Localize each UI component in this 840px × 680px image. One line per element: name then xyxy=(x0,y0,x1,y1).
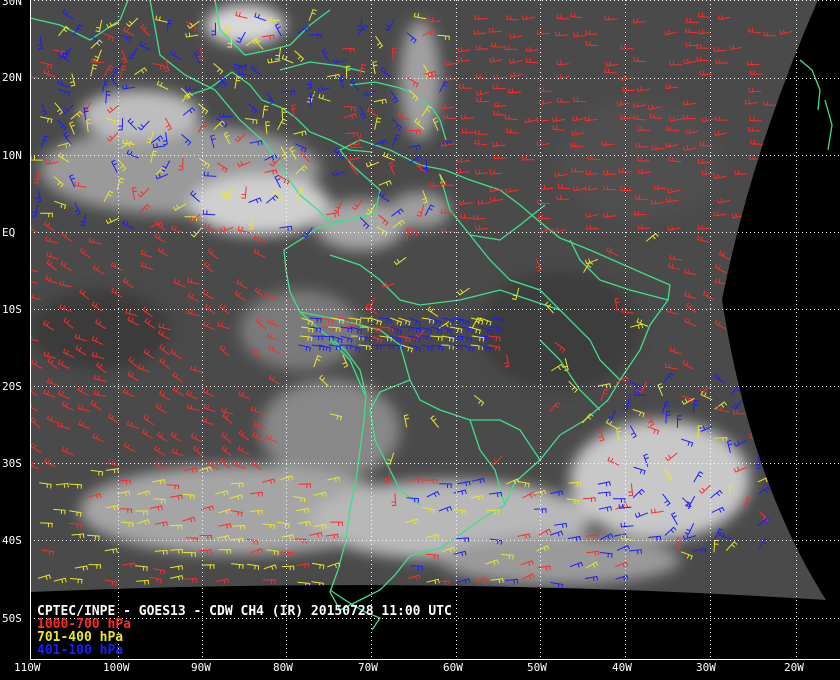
wind-barb xyxy=(767,416,779,428)
lon-label-70w: 70W xyxy=(358,661,378,674)
lat-label-10s: 10S xyxy=(2,303,22,316)
lat-label-10n: 10N xyxy=(2,149,22,162)
lon-label-60w: 60W xyxy=(443,661,463,674)
lon-label-50w: 50W xyxy=(527,661,547,674)
wind-barb xyxy=(764,431,777,439)
wind-barb xyxy=(763,173,777,180)
lon-label-110w: 110W xyxy=(14,661,41,674)
wind-barb xyxy=(799,431,811,441)
wind-barb xyxy=(750,421,763,429)
lon-label-30w: 30W xyxy=(696,661,716,674)
lat-label-50s: 50S xyxy=(2,612,22,625)
wind-barb xyxy=(781,302,794,313)
wind-barb xyxy=(776,351,790,358)
wind-barb xyxy=(750,303,763,313)
wind-barb xyxy=(796,247,809,256)
lon-label-20w: 20W xyxy=(784,661,804,674)
wind-barb xyxy=(731,290,744,298)
wind-barb xyxy=(747,235,760,242)
lat-label-eq: EQ xyxy=(2,226,16,239)
wind-barb xyxy=(767,232,779,243)
wind-barb xyxy=(778,113,792,119)
wind-barb xyxy=(762,295,775,302)
lat-label-30s: 30S xyxy=(2,457,22,470)
wind-barb xyxy=(781,233,793,245)
lat-label-30n: 30N xyxy=(2,0,22,8)
wind-barb xyxy=(777,156,791,162)
lon-label-80w: 80W xyxy=(273,661,293,674)
lat-label-20n: 20N xyxy=(2,71,22,84)
lon-label-100w: 100W xyxy=(103,661,130,674)
wind-barb xyxy=(764,337,778,346)
wind-barb xyxy=(765,131,779,138)
wind-barb xyxy=(798,262,811,273)
wind-barb xyxy=(780,210,793,217)
wind-barb xyxy=(794,388,807,399)
wind-barb xyxy=(761,306,775,314)
wind-barb xyxy=(762,391,776,399)
wind-barb xyxy=(779,446,793,453)
wind-barb xyxy=(778,173,792,179)
wind-barb xyxy=(748,391,761,399)
wind-barb xyxy=(754,382,760,396)
wind-barb xyxy=(764,448,777,457)
wind-barb xyxy=(798,237,811,246)
wind-barb xyxy=(778,102,791,108)
lon-label-90w: 90W xyxy=(191,661,211,674)
wind-barb xyxy=(780,429,793,439)
lon-label-40w: 40W xyxy=(612,661,632,674)
legend-high-level: 401-100 hPa xyxy=(37,643,124,658)
wind-barb xyxy=(781,390,794,399)
wind-barb xyxy=(764,375,777,382)
wind-barb xyxy=(793,406,806,413)
wind-barb xyxy=(783,222,795,233)
wind-barb xyxy=(779,319,792,330)
wind-barb xyxy=(762,264,775,274)
wind-barb xyxy=(734,249,746,260)
satellite-wind-map xyxy=(29,0,840,660)
lat-label-40s: 40S xyxy=(2,534,22,547)
wind-barb xyxy=(795,375,808,384)
lat-label-20s: 20S xyxy=(2,380,22,393)
wind-barb xyxy=(749,210,763,215)
